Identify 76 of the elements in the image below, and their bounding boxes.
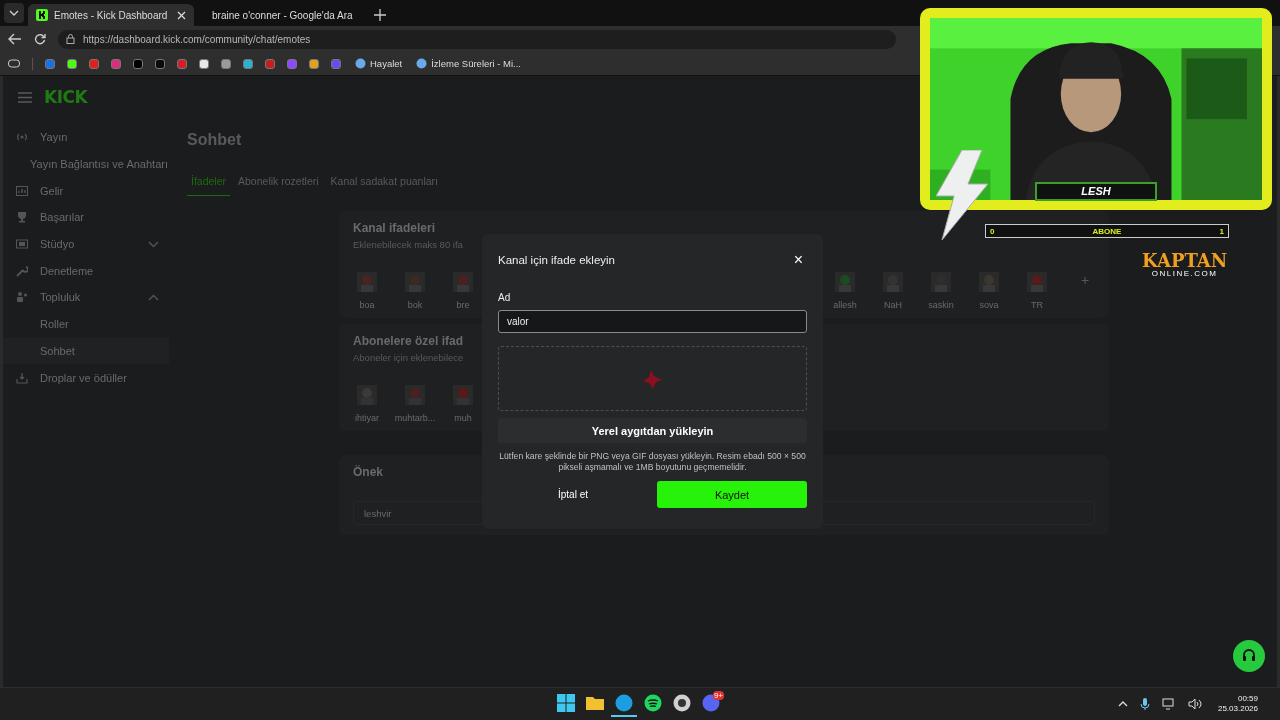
clock-date[interactable]: 25.03.2026: [1217, 704, 1258, 715]
sidebar-item[interactable]: Başarılar: [3, 204, 171, 231]
emote-name: boa: [359, 300, 375, 310]
bookmark-icon: [416, 58, 428, 69]
studio-icon: [16, 238, 28, 251]
bookmark-icon[interactable]: [221, 58, 231, 69]
address-field[interactable]: https://dashboard.kick.com/community/chat/emotes: [58, 29, 896, 49]
close-icon[interactable]: [177, 10, 186, 20]
card-title: Kanal ifadeleri: [353, 221, 436, 235]
sidebar-item[interactable]: Stüdyo: [3, 230, 171, 258]
browser-tab[interactable]: Emotes - Kick Dashboard: [28, 4, 194, 26]
sidebar-item[interactable]: Topluluk: [3, 284, 171, 311]
emote-name: bok: [407, 300, 423, 310]
emote-name: bre: [456, 300, 470, 310]
page-title: Sohbet: [187, 131, 243, 149]
page-tab[interactable]: Abonelik rozetleri: [234, 175, 323, 196]
cancel-button[interactable]: İptal et: [498, 481, 648, 509]
dialog-title: Kanal için ifade ekleyin: [498, 254, 615, 266]
bookmark-icon[interactable]: [243, 58, 253, 69]
bookmark-icon[interactable]: [199, 58, 209, 69]
sidebar-item[interactable]: Gelir: [3, 177, 171, 205]
support-button[interactable]: [1233, 640, 1265, 672]
back-icon[interactable]: [8, 33, 22, 45]
bookmark-link[interactable]: Hayalet: [370, 58, 403, 69]
emote-name: muh: [454, 413, 472, 423]
notification-badge: 9+: [712, 691, 724, 700]
bookmark-icon[interactable]: [133, 58, 143, 69]
headset-icon: [1241, 648, 1257, 664]
sidebar-item[interactable]: Yayın: [3, 124, 171, 151]
clock-time[interactable]: 00:59: [1237, 693, 1258, 704]
sidebar-item[interactable]: Denetleme: [3, 257, 171, 285]
chart-icon: [16, 184, 28, 197]
sidebar-subitem[interactable]: Roller: [3, 310, 171, 338]
emote-name: NaH: [884, 300, 902, 310]
card-title: Abonelere özel ifad: [353, 334, 464, 348]
add-emote-button[interactable]: +: [1080, 272, 1090, 288]
sidebar-subitem[interactable]: Sohbet: [3, 337, 169, 365]
name-input[interactable]: valor: [498, 310, 807, 333]
upload-hint: Lütfen kare şeklinde bir PNG veya GIF dosyası yükleyin. Resim ebadı 500 × 500 pikseli aşmamalı ve 1MB boyutunu geçmemelidir.: [498, 451, 807, 474]
browser-tab[interactable]: braine o'conner - Google'da Ara: [198, 4, 364, 26]
menu-icon[interactable]: [18, 91, 32, 103]
emote-name: allesh: [833, 300, 857, 310]
sidebar-subitem[interactable]: Yayın Bağlantısı ve Anahtarı: [3, 150, 171, 178]
bookmark-icon[interactable]: [67, 58, 77, 69]
trophy-icon: [16, 211, 28, 224]
lightning-icon: [932, 150, 992, 240]
emote-name: ihtiyar: [355, 413, 379, 423]
reload-icon[interactable]: [34, 33, 46, 45]
tab-list-button[interactable]: [4, 3, 24, 23]
card-title: Önek: [353, 465, 383, 479]
sponsor-logo: KAPTAN ONLINE.COM: [1142, 252, 1228, 278]
kick-logo[interactable]: KICK: [44, 87, 88, 107]
wrench-icon: [16, 264, 28, 277]
lock-icon: [66, 34, 75, 44]
emote-name: sova: [979, 300, 999, 310]
speaker-icon[interactable]: [1187, 698, 1202, 710]
bookmark-icon[interactable]: [309, 58, 319, 69]
streamer-name: LESH: [1035, 182, 1157, 201]
emote-name: muhtarb...: [394, 413, 436, 423]
bookmark-link[interactable]: İzleme Süreleri - Mi...: [431, 58, 521, 69]
save-button[interactable]: Kaydet: [657, 481, 807, 509]
people-icon: [16, 291, 28, 304]
bookmark-icon: [355, 58, 366, 69]
subscriber-counter: 0 ABONE 1: [985, 224, 1229, 238]
emote-name: TR: [1031, 300, 1043, 310]
kick-icon: [36, 9, 48, 21]
sidebar-item[interactable]: Droplar ve ödüller: [3, 364, 171, 391]
page-tab[interactable]: İfadeler: [187, 175, 231, 196]
field-label: Ad: [498, 292, 512, 303]
emote-name: saskin: [928, 300, 954, 310]
new-tab-icon[interactable]: [374, 9, 386, 21]
page-tab[interactable]: Kanal sadakat puanları: [326, 175, 442, 196]
microphone-icon[interactable]: [1139, 697, 1150, 711]
close-button[interactable]: ×: [789, 252, 807, 268]
upload-button[interactable]: Yerel aygıtdan yükleyin: [498, 418, 807, 443]
chevron-down-icon: [9, 10, 19, 16]
